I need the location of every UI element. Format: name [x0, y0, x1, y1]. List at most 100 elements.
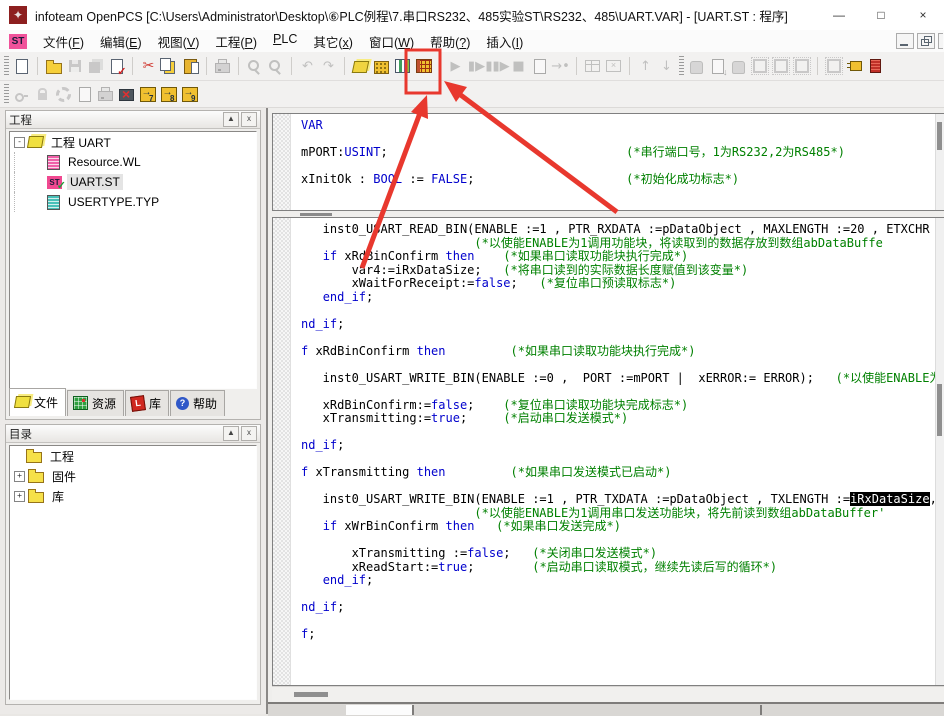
variable-declaration-pane[interactable]: VARmPORT:USINT; (*串行端口号，1为RS232,2为RS485*… — [272, 113, 944, 211]
expand-icon[interactable]: + — [14, 471, 25, 482]
chip-swap-button[interactable] — [791, 54, 812, 78]
panel-tab-库[interactable]: L库 — [125, 390, 169, 416]
transfer-9-button[interactable]: 9 — [179, 82, 200, 106]
toolbar-grip[interactable] — [4, 56, 9, 76]
new-file-button[interactable] — [11, 54, 32, 78]
menu-item[interactable]: 其它(x) — [305, 30, 361, 53]
tree-item-label: UART.ST — [67, 174, 123, 190]
move-down-button[interactable]: ↓ — [656, 54, 677, 78]
connect-key-button[interactable] — [11, 82, 32, 106]
mdi-restore-button[interactable] — [917, 33, 935, 49]
lock-button[interactable] — [32, 82, 53, 106]
tree-item-uart.st[interactable]: STUART.ST — [10, 172, 256, 192]
step-over-button[interactable]: ▮▮▶ — [487, 54, 508, 78]
tree-item-usertype.typ[interactable]: USERTYPE.TYP — [10, 192, 256, 212]
tree-item-resource.wl[interactable]: Resource.WL — [10, 152, 256, 172]
tree-item--[interactable]: +固件 — [10, 466, 256, 486]
transfer-7-button[interactable]: 7 — [137, 82, 158, 106]
save-all-button[interactable] — [85, 54, 106, 78]
menu-item[interactable]: 帮助(?) — [422, 30, 478, 53]
chip-config-button[interactable] — [823, 54, 844, 78]
tree-item--[interactable]: +库 — [10, 486, 256, 506]
memory-card-button[interactable] — [865, 54, 886, 78]
cut-button[interactable]: ✂ — [138, 54, 159, 78]
toolbar-grip[interactable] — [4, 84, 9, 104]
library-stack-button[interactable] — [350, 54, 371, 78]
toolbar-grip[interactable] — [679, 56, 684, 76]
tree-item--uart[interactable]: -工程 UART — [10, 132, 256, 152]
top-vertical-scrollbar[interactable] — [935, 114, 944, 210]
paste-button[interactable] — [180, 54, 201, 78]
scroll-thumb[interactable] — [294, 692, 328, 697]
window-grid-button[interactable] — [582, 54, 603, 78]
panel-close-button[interactable]: x — [241, 426, 257, 441]
tab-label: 库 — [149, 395, 161, 412]
copy-button[interactable] — [159, 54, 180, 78]
print-2-button[interactable] — [95, 82, 116, 106]
open-file-button[interactable] — [43, 54, 64, 78]
doc-view-button[interactable] — [74, 82, 95, 106]
hand-1-button[interactable] — [686, 54, 707, 78]
minimize-button[interactable]: — — [818, 0, 860, 30]
collapse-icon[interactable]: - — [14, 137, 25, 148]
transfer-8-button[interactable]: 8 — [158, 82, 179, 106]
menu-item[interactable]: 窗口(W) — [361, 30, 422, 53]
step-into-button[interactable]: ▮▶ — [466, 54, 487, 78]
menu-item[interactable]: 插入(I) — [478, 30, 531, 53]
menu-item[interactable]: 文件(F) — [35, 30, 92, 53]
horizontal-scrollbar[interactable] — [272, 686, 944, 702]
st-document-icon[interactable]: ST — [9, 34, 27, 49]
panel-close-button[interactable]: x — [241, 112, 257, 127]
mdi-close-button[interactable] — [938, 33, 943, 49]
network-error-button[interactable] — [116, 82, 137, 106]
run-to-cursor-button[interactable]: →• — [550, 54, 571, 78]
st-code-area[interactable]: inst0_USART_READ_BIN(ENABLE :=1 , PTR_RX… — [291, 218, 936, 685]
splitter-handle[interactable] — [300, 213, 332, 216]
doc-download-button[interactable] — [707, 54, 728, 78]
print-button[interactable] — [212, 54, 233, 78]
menu-item[interactable]: PLC — [265, 30, 305, 53]
panel-tab-帮助[interactable]: ?帮助 — [170, 390, 225, 416]
view-doc-button[interactable] — [529, 54, 550, 78]
chip-in-button[interactable] — [749, 54, 770, 78]
scroll-thumb[interactable] — [937, 384, 942, 436]
panel-collapse-button[interactable]: ▲ — [223, 112, 239, 127]
panel-tab-资源[interactable]: 资源 — [67, 390, 124, 416]
menu-item[interactable]: 编辑(E) — [92, 30, 150, 53]
zoom-out-button[interactable] — [265, 54, 286, 78]
expand-icon[interactable]: + — [14, 491, 25, 502]
save-button[interactable] — [64, 54, 85, 78]
zoom-in-button[interactable] — [244, 54, 265, 78]
stop-button[interactable]: ■ — [508, 54, 529, 78]
mdi-minimize-button[interactable] — [896, 33, 914, 49]
variable-code-area[interactable]: VARmPORT:USINT; (*串行端口号，1为RS232,2为RS485*… — [291, 114, 936, 210]
plug-button[interactable] — [844, 54, 865, 78]
hardware-grid-button[interactable] — [371, 54, 392, 78]
close-button[interactable]: × — [902, 0, 944, 30]
code-line — [301, 534, 936, 548]
hand-2-button[interactable] — [728, 54, 749, 78]
doc-pink-icon — [47, 155, 60, 170]
toolbar-separator — [206, 57, 207, 75]
tree-item-label: 库 — [49, 487, 67, 506]
scroll-thumb[interactable] — [937, 122, 942, 150]
panel-collapse-button[interactable]: ▲ — [223, 426, 239, 441]
move-up-button[interactable]: ↑ — [635, 54, 656, 78]
chip-out-button[interactable] — [770, 54, 791, 78]
maximize-button[interactable]: □ — [860, 0, 902, 30]
window-cross-button[interactable]: × — [603, 54, 624, 78]
redo-button[interactable]: ↷ — [318, 54, 339, 78]
toolbar-separator — [291, 57, 292, 75]
settings-gear-button[interactable] — [53, 82, 74, 106]
go-button[interactable]: ▶ — [445, 54, 466, 78]
undo-button[interactable]: ↶ — [297, 54, 318, 78]
code-pane[interactable]: inst0_USART_READ_BIN(ENABLE :=1 , PTR_RX… — [272, 217, 944, 686]
save-check-button[interactable] — [106, 54, 127, 78]
panel-tab-文件[interactable]: 文件 — [9, 388, 66, 416]
compile-button[interactable] — [413, 54, 434, 78]
menu-item[interactable]: 工程(P) — [207, 30, 265, 53]
bottom-vertical-scrollbar[interactable] — [935, 218, 944, 685]
tree-item--[interactable]: 工程 — [10, 446, 256, 466]
menu-item[interactable]: 视图(V) — [150, 30, 208, 53]
variable-table-button[interactable] — [392, 54, 413, 78]
